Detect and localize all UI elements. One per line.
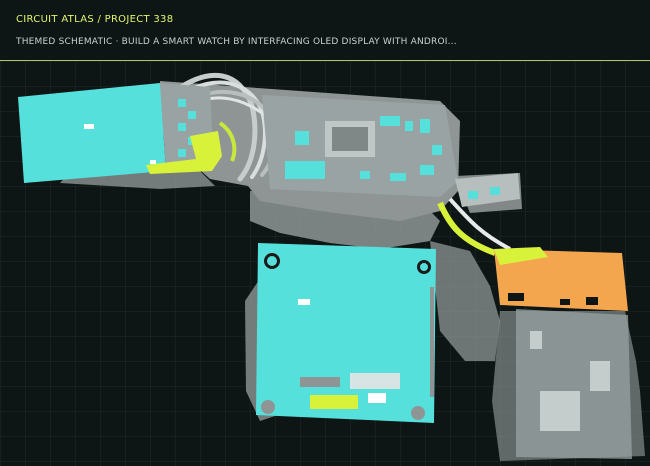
schematic-canvas[interactable] — [0, 61, 650, 466]
schematic-viewer: CIRCUIT ATLAS / PROJECT 338 THEMED SCHEM… — [0, 0, 650, 466]
header-bar: CIRCUIT ATLAS / PROJECT 338 THEMED SCHEM… — [0, 0, 650, 61]
breadcrumb[interactable]: CIRCUIT ATLAS / PROJECT 338 — [16, 14, 173, 25]
board-pad — [150, 160, 156, 164]
main-board-chip — [325, 121, 375, 157]
oled-display-board[interactable] — [18, 83, 166, 183]
page-subtitle: THEMED SCHEMATIC · BUILD A SMART WATCH B… — [16, 37, 457, 47]
schematic-drawing — [0, 61, 650, 466]
board-pad — [84, 124, 94, 129]
